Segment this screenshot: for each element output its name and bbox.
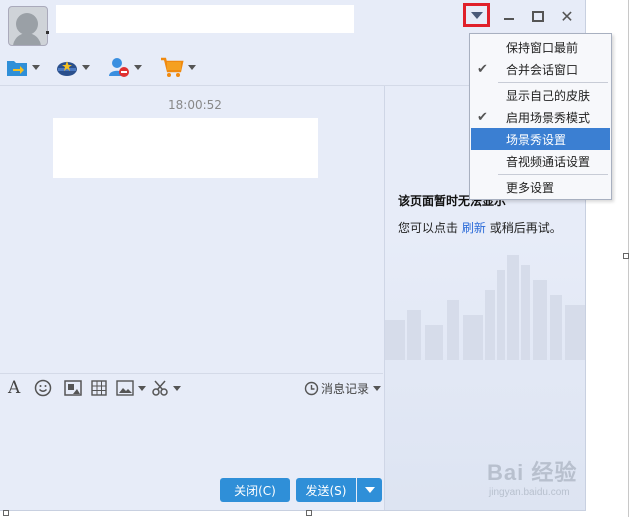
input-toolbar: A 消息记录 [0, 373, 383, 402]
chevron-down-icon [173, 385, 181, 391]
menu-item-enable-scene-mode[interactable]: ✔ 启用场景秀模式 [471, 106, 610, 128]
watermark-logo-text: Bai 经验 [487, 460, 578, 485]
refresh-link[interactable]: 刷新 [462, 221, 486, 235]
resize-handle[interactable] [3, 510, 9, 516]
minimize-icon [504, 18, 514, 20]
contact-name-redacted [56, 5, 354, 33]
chevron-down-icon [138, 385, 146, 391]
transfer-file-button[interactable] [6, 54, 40, 80]
message-timestamp: 18:00:52 [168, 98, 222, 112]
history-scrollbar[interactable] [378, 86, 383, 373]
close-icon: ✕ [560, 6, 574, 26]
chevron-down-icon [188, 64, 196, 70]
block-contact-button[interactable] [108, 54, 142, 80]
shop-button[interactable] [160, 54, 196, 80]
avatar-head-shape [16, 13, 38, 35]
menu-separator [498, 82, 608, 83]
message-history-button[interactable]: 消息记录 [304, 378, 382, 398]
chevron-down-icon [364, 487, 375, 493]
shop-cart-icon [161, 57, 184, 77]
error-message-prefix: 您可以点击 [398, 221, 459, 235]
contact-avatar[interactable] [8, 6, 48, 46]
smiley-icon [34, 379, 52, 397]
minimize-button[interactable] [498, 6, 520, 26]
window-settings-menu: 保持窗口最前 ✔ 合并会话窗口 显示自己的皮肤 ✔ 启用场景秀模式 场景秀设置 … [469, 33, 612, 200]
chevron-down-icon [82, 64, 90, 70]
image-icon [116, 380, 134, 396]
menu-item-label: 显示自己的皮肤 [506, 88, 591, 103]
close-window-button[interactable]: ✕ [556, 6, 578, 26]
font-icon: A [8, 378, 21, 398]
picture-icon [64, 380, 82, 396]
menu-item-label: 更多设置 [506, 180, 555, 195]
grid-icon [91, 380, 107, 396]
menu-item-more-settings[interactable]: 更多设置 [471, 176, 610, 198]
message-bubble [53, 118, 318, 178]
avatar-body-shape [13, 33, 41, 45]
dropdown-arrow-icon [470, 11, 483, 19]
resize-handle[interactable] [306, 510, 312, 516]
menu-item-scene-settings[interactable]: 场景秀设置 [471, 128, 610, 150]
block-contact-icon [109, 58, 129, 77]
menu-item-label: 合并会话窗口 [506, 62, 579, 77]
remote-assist-icon [57, 61, 77, 76]
emoji-button[interactable] [34, 378, 52, 398]
menu-item-label: 音视频通话设置 [506, 154, 591, 169]
menu-item-merge-windows[interactable]: ✔ 合并会话窗口 [471, 58, 610, 80]
check-icon: ✔ [477, 109, 488, 125]
menu-item-av-call-settings[interactable]: 音视频通话设置 [471, 150, 610, 172]
maximize-icon [532, 10, 544, 22]
chevron-down-icon [134, 64, 142, 70]
transfer-file-icon [7, 61, 27, 76]
grid-button[interactable] [90, 378, 108, 398]
menu-separator [498, 174, 608, 175]
resize-handle[interactable] [623, 253, 629, 259]
message-history[interactable]: 18:00:52 [0, 86, 383, 373]
maximize-button[interactable] [527, 6, 549, 26]
baidu-watermark: Bai 经验 jingyan.baidu.com [487, 455, 617, 505]
window-menu-button[interactable] [463, 3, 490, 27]
scissors-icon [152, 380, 168, 396]
send-button[interactable]: 发送(S) [296, 478, 356, 502]
chevron-down-icon [32, 64, 40, 70]
menu-item-keep-on-top[interactable]: 保持窗口最前 [471, 36, 610, 58]
clock-icon [304, 381, 319, 395]
close-chat-button[interactable]: 关闭(C) [220, 478, 290, 502]
error-message-suffix: 或稍后再试。 [489, 221, 562, 235]
menu-item-show-skin[interactable]: 显示自己的皮肤 [471, 84, 610, 106]
send-options-button[interactable] [357, 478, 382, 502]
screenshot-button[interactable] [151, 378, 181, 398]
screenshot-image-button[interactable] [64, 378, 82, 398]
status-dot [46, 31, 49, 34]
send-image-button[interactable] [116, 378, 146, 398]
menu-item-label: 场景秀设置 [506, 132, 567, 147]
city-skyline-image [385, 255, 585, 360]
chevron-down-icon [373, 385, 382, 391]
watermark-url: jingyan.baidu.com [489, 487, 570, 498]
menu-item-label: 启用场景秀模式 [506, 110, 591, 125]
check-icon: ✔ [477, 61, 488, 77]
history-label: 消息记录 [321, 381, 370, 396]
font-button[interactable]: A [8, 378, 20, 398]
page-error-message: 您可以点击 刷新 或稍后再试。 [398, 219, 562, 236]
remote-assist-button[interactable] [56, 54, 90, 80]
menu-item-label: 保持窗口最前 [506, 40, 579, 55]
